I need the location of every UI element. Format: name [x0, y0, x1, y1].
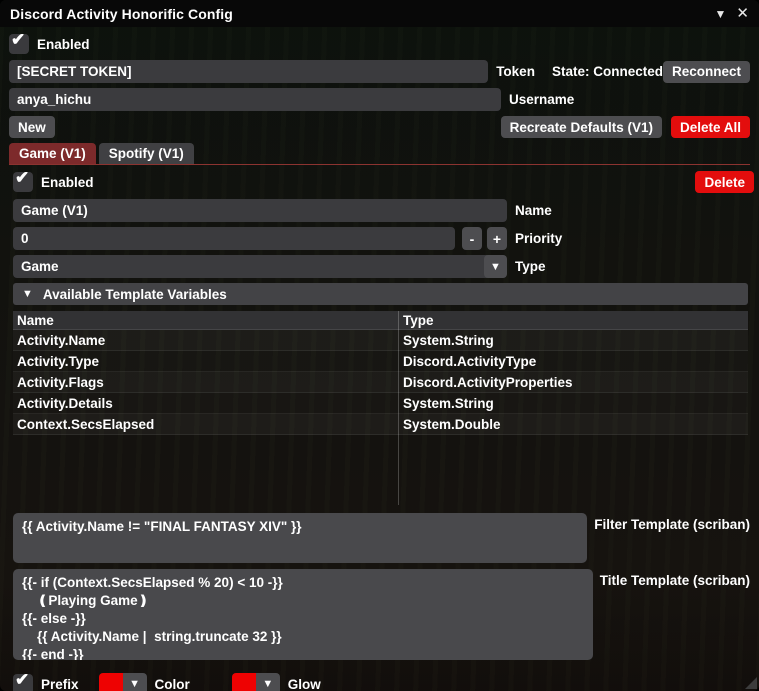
priority-decrement-button[interactable]: -: [462, 227, 482, 250]
tab-game-v1[interactable]: Game (V1): [9, 143, 96, 164]
window-content: ✔ Enabled Token State: Connected Reconne…: [0, 27, 759, 691]
global-enabled-checkbox[interactable]: ✔: [9, 34, 29, 54]
prefix-label: Prefix: [41, 677, 79, 691]
collapse-icon[interactable]: ▼: [715, 8, 727, 20]
table-row: Context.SecsElapsed System.Double: [13, 414, 748, 435]
cell-variable-name: Activity.Flags: [13, 375, 398, 390]
tab-bar: Game (V1) Spotify (V1): [9, 143, 750, 164]
collapse-arrow-icon: ▼: [22, 288, 33, 300]
template-variables-header-label: Available Template Variables: [43, 287, 227, 302]
template-variables-table: Name Type Activity.Name System.String Ac…: [13, 311, 748, 505]
resize-grip[interactable]: [745, 677, 757, 689]
connection-state-label: State: Connected: [552, 64, 663, 79]
filter-template-label: Filter Template (scriban): [594, 517, 750, 532]
table-row: Activity.Details System.String: [13, 393, 748, 414]
color-picker-swatch[interactable]: ▼: [99, 673, 147, 691]
table-column-divider: [398, 311, 399, 505]
table-row: Activity.Type Discord.ActivityType: [13, 351, 748, 372]
table-header-row: Name Type: [13, 311, 748, 330]
cell-variable-name: Context.SecsElapsed: [13, 417, 398, 432]
table-row: Activity.Flags Discord.ActivityPropertie…: [13, 372, 748, 393]
type-selected-value: Game: [13, 259, 484, 274]
priority-label: Priority: [515, 231, 562, 246]
name-label: Name: [515, 203, 552, 218]
color-label: Color: [155, 677, 190, 691]
title-bar[interactable]: Discord Activity Honorific Config ▼ ✕: [0, 0, 759, 27]
token-label: Token: [496, 64, 535, 79]
glow-swatch[interactable]: [232, 673, 256, 691]
tab-underline: [9, 164, 750, 165]
column-header-name: Name: [13, 313, 398, 328]
cell-variable-type: System.String: [398, 333, 748, 348]
cell-variable-type: Discord.ActivityType: [398, 354, 748, 369]
check-icon: ✔: [11, 30, 25, 50]
glow-picker-swatch[interactable]: ▼: [232, 673, 280, 691]
color-swatch[interactable]: [99, 673, 123, 691]
token-input[interactable]: [9, 60, 488, 83]
filter-template-textarea[interactable]: {{ Activity.Name != "FINAL FANTASY XIV" …: [13, 513, 587, 563]
entry-enabled-label: Enabled: [41, 175, 94, 190]
cell-variable-type: System.String: [398, 396, 748, 411]
priority-increment-button[interactable]: +: [487, 227, 507, 250]
delete-button[interactable]: Delete: [695, 171, 754, 193]
username-input[interactable]: [9, 88, 501, 111]
cell-variable-type: System.Double: [398, 417, 748, 432]
window-title: Discord Activity Honorific Config: [10, 6, 233, 22]
username-label: Username: [509, 92, 574, 107]
entry-enabled-checkbox[interactable]: ✔: [13, 172, 33, 192]
title-template-textarea[interactable]: {{- if (Context.SecsElapsed % 20) < 10 -…: [13, 569, 593, 660]
check-icon: ✔: [15, 670, 29, 690]
name-input[interactable]: [13, 199, 507, 222]
cell-variable-name: Activity.Details: [13, 396, 398, 411]
plugin-config-window: Discord Activity Honorific Config ▼ ✕ ✔ …: [0, 0, 759, 691]
cell-variable-type: Discord.ActivityProperties: [398, 375, 748, 390]
check-icon: ✔: [15, 168, 29, 188]
table-row: Activity.Name System.String: [13, 330, 748, 351]
cell-variable-name: Activity.Type: [13, 354, 398, 369]
template-variables-header[interactable]: ▼ Available Template Variables: [13, 283, 748, 305]
recreate-defaults-button[interactable]: Recreate Defaults (V1): [501, 116, 662, 138]
tab-spotify-v1[interactable]: Spotify (V1): [99, 143, 194, 164]
type-select[interactable]: Game ▼: [13, 255, 507, 278]
cell-variable-name: Activity.Name: [13, 333, 398, 348]
type-label: Type: [515, 259, 546, 274]
close-icon[interactable]: ✕: [736, 6, 749, 21]
column-header-type: Type: [398, 313, 748, 328]
global-enabled-label: Enabled: [37, 37, 90, 52]
tab-content-game-v1: ✔ Enabled Delete Name - + Priority Game: [9, 171, 750, 691]
priority-input[interactable]: [13, 227, 455, 250]
new-button[interactable]: New: [9, 116, 55, 138]
delete-all-button[interactable]: Delete All: [671, 116, 750, 138]
reconnect-button[interactable]: Reconnect: [663, 61, 750, 83]
chevron-down-icon[interactable]: ▼: [256, 673, 280, 691]
chevron-down-icon[interactable]: ▼: [123, 673, 147, 691]
title-template-label: Title Template (scriban): [600, 573, 750, 588]
glow-label: Glow: [288, 677, 321, 691]
chevron-down-icon[interactable]: ▼: [484, 255, 507, 278]
prefix-checkbox[interactable]: ✔: [13, 674, 33, 691]
